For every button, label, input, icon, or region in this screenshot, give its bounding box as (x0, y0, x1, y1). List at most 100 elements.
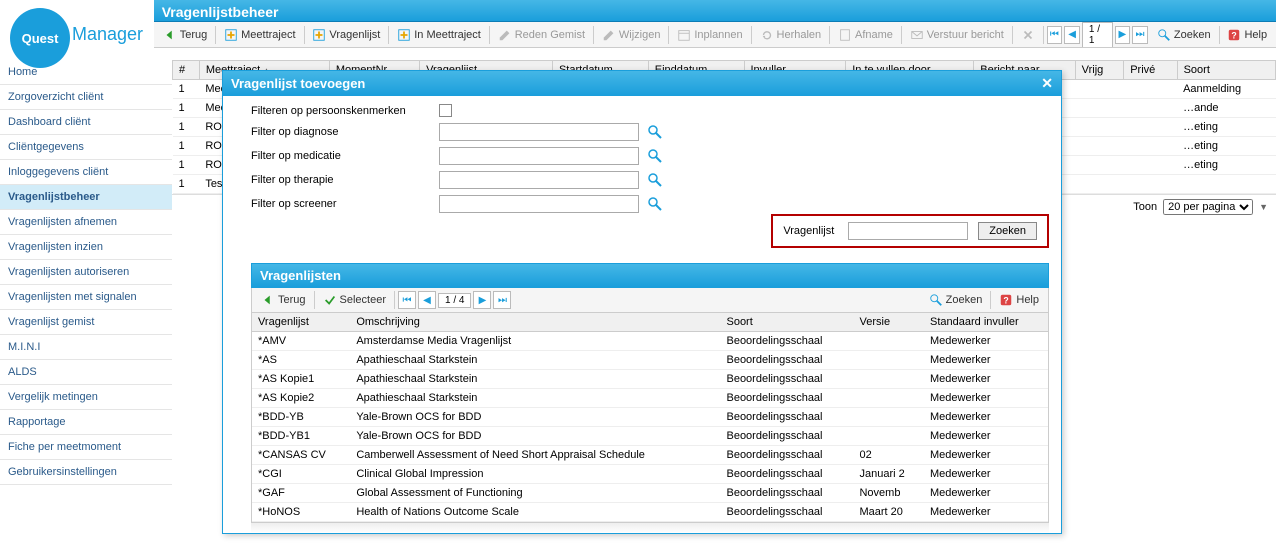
table-row[interactable]: *HoNOSHealth of Nations Outcome ScaleBeo… (252, 503, 1048, 522)
reden-gemist-label: Reden Gemist (515, 29, 585, 41)
dropdown-icon: ▼ (1259, 202, 1268, 212)
table-row[interactable]: *BDD-YB1Yale-Brown OCS for BDDBeoordelin… (252, 427, 1048, 446)
reden-gemist-button[interactable]: Reden Gemist (493, 25, 590, 45)
sidebar-item[interactable]: M.I.N.I (0, 335, 172, 360)
lookup-icon[interactable] (647, 124, 663, 140)
verstuur-button[interactable]: Verstuur bericht (905, 25, 1009, 45)
add-questionnaire-dialog: Vragenlijst toevoegen ✕ Filteren op pers… (222, 70, 1062, 534)
sidebar-item[interactable]: Vragenlijsten autoriseren (0, 260, 172, 285)
afname-button[interactable]: Afname (833, 25, 898, 45)
repeat-icon (760, 28, 774, 42)
sidebar-item[interactable]: ALDS (0, 360, 172, 385)
check-icon (323, 293, 337, 307)
vragenlijst-label: Vragenlijst (329, 29, 380, 41)
dialog-title: Vragenlijst toevoegen (231, 76, 365, 91)
filter-therapie-input[interactable] (439, 171, 639, 189)
filter-persoon-checkbox[interactable] (439, 104, 452, 117)
nav-prev-button[interactable]: ◀ (1064, 26, 1080, 44)
lookup-icon[interactable] (647, 148, 663, 164)
dlg-nav-last[interactable]: ⏭ (493, 291, 511, 309)
column-header[interactable]: Soort (1177, 61, 1275, 80)
sidebar-item[interactable]: Vragenlijst gemist (0, 310, 172, 335)
sidebar-item[interactable]: Vragenlijsten afnemen (0, 210, 172, 235)
table-row[interactable]: *AS Kopie2Apathieschaal StarksteinBeoord… (252, 389, 1048, 408)
dlg-terug-button[interactable]: Terug (256, 290, 311, 310)
column-header[interactable]: Vragenlijst (252, 313, 350, 332)
table-row[interactable]: *CANSAS CVCamberwell Assessment of Need … (252, 446, 1048, 465)
wijzigen-label: Wijzigen (619, 29, 661, 41)
dlg-nav-prev[interactable]: ◀ (418, 291, 436, 309)
sidebar-item[interactable]: Vergelijk metingen (0, 385, 172, 410)
column-header[interactable]: Privé (1124, 61, 1177, 80)
dlg-terug-label: Terug (278, 294, 306, 306)
in-meettraject-button[interactable]: In Meettraject (392, 25, 486, 45)
search-button[interactable]: Zoeken (978, 222, 1037, 240)
column-header[interactable]: # (173, 61, 200, 80)
dlg-selecteer-button[interactable]: Selecteer (318, 290, 391, 310)
logo: Quest Manager (0, 0, 154, 60)
help-button[interactable]: ? Help (1222, 25, 1272, 45)
column-header[interactable]: Omschrijving (350, 313, 720, 332)
nav-first-button[interactable]: ⏮ (1047, 26, 1063, 44)
edit-icon (602, 28, 616, 42)
search-input[interactable] (848, 222, 968, 240)
logo-text: Manager (72, 24, 143, 45)
document-icon (838, 28, 852, 42)
lookup-icon[interactable] (647, 196, 663, 212)
table-row[interactable]: *AS Kopie1Apathieschaal StarksteinBeoord… (252, 370, 1048, 389)
table-row[interactable]: *ASApathieschaal StarksteinBeoordelingss… (252, 351, 1048, 370)
dlg-zoeken-label: Zoeken (946, 294, 983, 306)
column-header[interactable]: Vrijg (1075, 61, 1124, 80)
sidebar-item[interactable]: Fiche per meetmoment (0, 435, 172, 460)
column-header[interactable]: Versie (853, 313, 924, 332)
vragenlijst-button[interactable]: Vragenlijst (307, 25, 385, 45)
dlg-nav-first[interactable]: ⏮ (398, 291, 416, 309)
list-section-title: Vragenlijsten (251, 263, 1049, 288)
inplannen-button[interactable]: Inplannen (672, 25, 747, 45)
sidebar-item[interactable]: Zorgoverzicht cliënt (0, 85, 172, 110)
dlg-nav-next[interactable]: ▶ (473, 291, 491, 309)
filter-screener-input[interactable] (439, 195, 639, 213)
dlg-selecteer-label: Selecteer (340, 294, 386, 306)
herhalen-button[interactable]: Herhalen (755, 25, 827, 45)
sidebar-item[interactable]: Inloggegevens cliënt (0, 160, 172, 185)
lookup-icon[interactable] (647, 172, 663, 188)
column-header[interactable]: Soort (720, 313, 853, 332)
filter-diagnose-input[interactable] (439, 123, 639, 141)
table-row[interactable]: *AMVAmsterdamse Media VragenlijstBeoorde… (252, 332, 1048, 351)
nav-next-button[interactable]: ▶ (1115, 26, 1131, 44)
dialog-toolbar: Terug Selecteer ⏮ ◀ 1 / 4 ▶ ⏭ (251, 288, 1049, 313)
table-row[interactable]: *GAFGlobal Assessment of FunctioningBeoo… (252, 484, 1048, 503)
dialog-grid: VragenlijstOmschrijvingSoortVersieStanda… (252, 313, 1048, 522)
meettraject-button[interactable]: Meettraject (219, 25, 300, 45)
sidebar-item[interactable]: Vragenlijstbeheer (0, 185, 172, 210)
terug-button[interactable]: Terug (158, 25, 213, 45)
zoeken-button[interactable]: Zoeken (1152, 25, 1216, 45)
dlg-zoeken-button[interactable]: Zoeken (924, 290, 988, 310)
in-meettraject-label: In Meettraject (414, 29, 481, 41)
dlg-help-button[interactable]: ? Help (994, 290, 1044, 310)
sidebar-item[interactable]: Vragenlijsten inzien (0, 235, 172, 260)
table-row[interactable]: *CGIClinical Global ImpressionBeoordelin… (252, 465, 1048, 484)
sidebar-item[interactable]: Cliëntgegevens (0, 135, 172, 160)
plus-icon (224, 28, 238, 42)
nav-last-button[interactable]: ⏭ (1132, 26, 1148, 44)
table-row[interactable]: *BDD-YBYale-Brown OCS for BDDBeoordeling… (252, 408, 1048, 427)
sidebar-item[interactable]: Vragenlijsten met signalen (0, 285, 172, 310)
page-title: Vragenlijstbeheer (154, 0, 1276, 22)
wijzigen-button[interactable]: Wijzigen (597, 25, 666, 45)
mail-icon (910, 28, 924, 42)
dialog-close-button[interactable]: ✕ (1041, 75, 1053, 92)
help-label: Help (1244, 29, 1267, 41)
sidebar-item[interactable]: Rapportage (0, 410, 172, 435)
sidebar-item[interactable]: Gebruikersinstellingen (0, 460, 172, 485)
filter-medicatie-input[interactable] (439, 147, 639, 165)
column-header[interactable]: Standaard invuller (924, 313, 1048, 332)
filter-screener-label: Filter op screener (251, 198, 431, 210)
per-page-select[interactable]: 20 per pagina (1163, 199, 1253, 215)
delete-button[interactable] (1016, 25, 1040, 45)
search-icon (1157, 28, 1171, 42)
afname-label: Afname (855, 29, 893, 41)
search-highlight-box: Vragenlijst Zoeken (771, 214, 1049, 248)
sidebar-item[interactable]: Dashboard cliënt (0, 110, 172, 135)
